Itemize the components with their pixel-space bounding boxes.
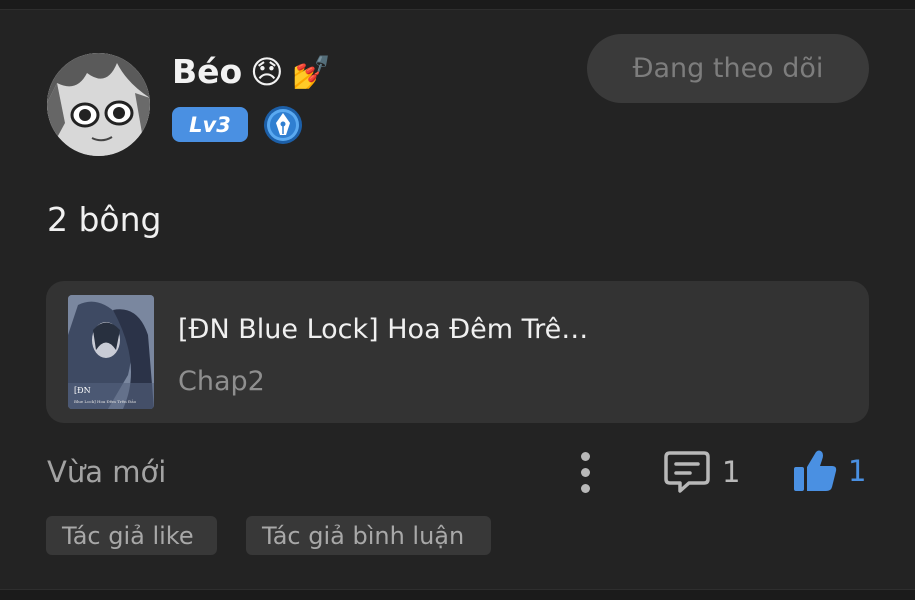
avatar-image	[47, 53, 150, 156]
cover-text-2: Blue Lock] Hoa Đêm Trên Đảo	[74, 399, 137, 404]
post-time: Vừa mới	[47, 455, 167, 489]
tag-author-liked: Tác giả like	[46, 516, 217, 555]
thumbs-up-icon	[794, 450, 837, 491]
comment-icon	[664, 451, 710, 493]
comment-count: 1	[722, 455, 741, 489]
comment-button[interactable]: 1	[664, 447, 740, 497]
bottom-divider	[0, 589, 915, 600]
post-text: 2 bông	[47, 200, 162, 239]
top-divider	[0, 0, 915, 10]
sad-face-emoji: 😞	[250, 53, 284, 91]
tag-author-commented: Tác giả bình luận	[246, 516, 491, 555]
level-badge: Lv3	[172, 107, 248, 142]
cover-text-1: [ĐN	[74, 386, 91, 395]
following-button[interactable]: Đang theo dõi	[587, 34, 869, 103]
story-title: [ĐN Blue Lock] Hoa Đêm Trê…	[178, 314, 589, 345]
nail-polish-emoji: 💅	[291, 53, 332, 91]
more-dot	[580, 467, 590, 477]
story-cover: [ĐN Blue Lock] Hoa Đêm Trên Đảo	[68, 295, 154, 409]
more-dot	[580, 483, 590, 493]
username[interactable]: Béo 😞 💅	[172, 50, 331, 94]
more-vertical-icon[interactable]	[567, 447, 603, 497]
more-dot	[580, 451, 590, 461]
avatar[interactable]	[47, 53, 150, 156]
username-text: Béo	[172, 52, 243, 91]
like-count: 1	[848, 454, 867, 488]
pen-nib-icon	[263, 105, 303, 145]
story-card[interactable]: [ĐN Blue Lock] Hoa Đêm Trên Đảo [ĐN Blue…	[46, 281, 869, 423]
story-chapter: Chap2	[178, 366, 265, 397]
like-button[interactable]: 1	[792, 445, 866, 497]
